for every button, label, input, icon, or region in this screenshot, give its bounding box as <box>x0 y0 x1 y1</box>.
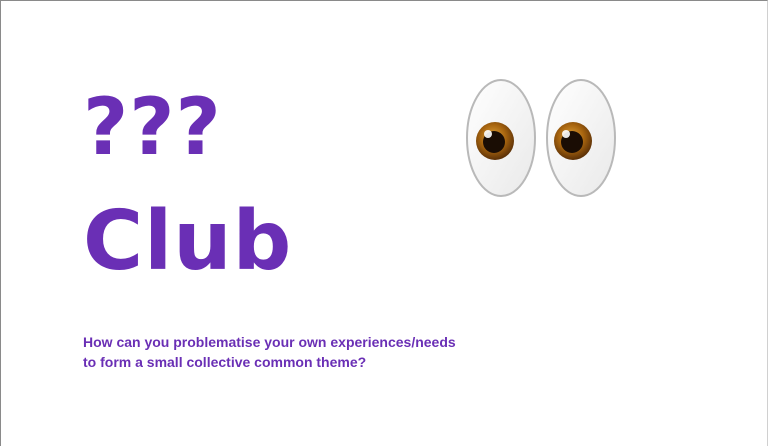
prompt-question: How can you problematise your own experi… <box>83 334 456 370</box>
left-eye-icon <box>466 79 536 197</box>
title-question-marks: ??? <box>83 83 222 173</box>
right-eye-icon <box>546 79 616 197</box>
eyes-emoji-icon <box>466 79 616 197</box>
slide-canvas: ??? Club How can you problematise your o… <box>0 0 768 446</box>
title-club: Club <box>83 194 293 289</box>
